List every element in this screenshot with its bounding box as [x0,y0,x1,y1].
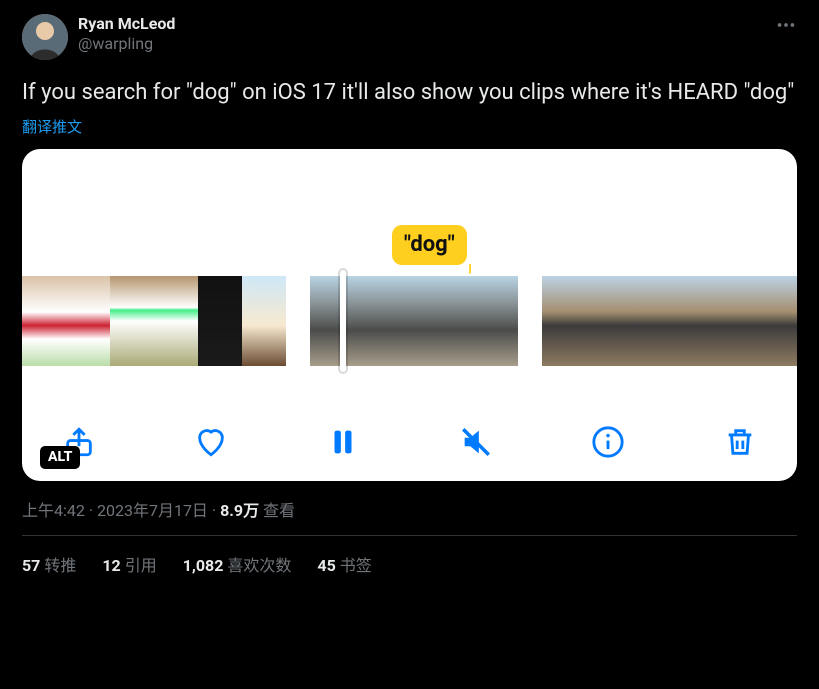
stats-row: 57转推 12引用 1,082喜欢次数 45书签 [22,536,797,576]
clip-thumbnail [22,276,66,366]
clip-thumbnail [362,276,414,366]
clip-group-2[interactable] [310,276,518,366]
display-name[interactable]: Ryan McLeod [78,14,175,33]
info-button[interactable] [591,425,625,459]
clip-group-1[interactable] [22,276,286,366]
search-term-bubble: "dog" [392,225,467,265]
tweet-meta: 上午4:42 · 2023年7月17日 · 8.9万 查看 [22,497,797,521]
clip-thumbnail [747,276,788,366]
clip-thumbnail [583,276,624,366]
video-timeline-strip [22,276,797,366]
handle[interactable]: @warpling [78,34,175,53]
tweet-time[interactable]: 上午4:42 [22,501,85,520]
trash-icon [723,425,757,459]
bookmarks-stat[interactable]: 45书签 [317,552,371,576]
clip-thumbnail [110,276,154,366]
clip-thumbnail [466,276,518,366]
more-icon [775,14,797,36]
tweet-container: Ryan McLeod @warpling If you search for … [0,0,819,576]
avatar[interactable] [22,14,68,60]
like-button[interactable] [194,425,228,459]
likes-stat[interactable]: 1,082喜欢次数 [183,552,292,576]
speaker-mute-icon [459,425,493,459]
views-label: 查看 [263,501,295,520]
clip-group-3[interactable] [542,276,797,366]
clip-thumbnail [624,276,665,366]
delete-button[interactable] [723,425,757,459]
playhead-indicator[interactable] [340,270,346,372]
clip-thumbnail [310,276,362,366]
heart-icon [194,425,228,459]
translate-link[interactable]: 翻译推文 [22,116,82,137]
clip-thumbnail [66,276,110,366]
clip-thumbnail [665,276,706,366]
clip-thumbnail [414,276,466,366]
quotes-stat[interactable]: 12引用 [102,552,156,576]
clip-thumbnail [154,276,198,366]
clip-thumbnail [788,276,797,366]
mute-button[interactable] [459,425,493,459]
views-count: 8.9万 [220,501,259,520]
tweet-text: If you search for "dog" on iOS 17 it'll … [22,78,797,108]
info-icon [591,425,625,459]
clip-thumbnail [198,276,242,366]
alt-badge[interactable]: ALT [40,446,80,469]
retweets-stat[interactable]: 57转推 [22,552,76,576]
clip-thumbnail [542,276,583,366]
pause-button[interactable] [326,425,360,459]
tweet-date[interactable]: 2023年7月17日 [97,501,208,520]
tweet-header: Ryan McLeod @warpling [22,14,797,60]
media-card[interactable]: "dog" [22,149,797,481]
author-names: Ryan McLeod @warpling [78,14,175,53]
more-menu-button[interactable] [775,14,797,40]
clip-thumbnail [706,276,747,366]
pause-icon [326,425,360,459]
clip-thumbnail [242,276,286,366]
media-toolbar [22,425,797,459]
